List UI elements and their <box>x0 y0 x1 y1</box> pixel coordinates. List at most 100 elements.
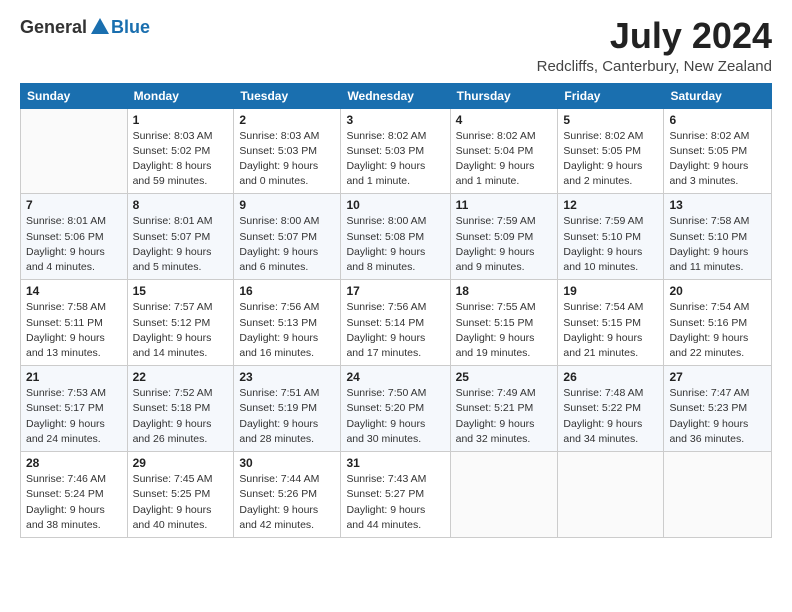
day-number: 11 <box>456 198 553 212</box>
day-number: 19 <box>563 284 658 298</box>
day-number: 3 <box>346 113 444 127</box>
calendar-cell: 25 Sunrise: 7:49 AM Sunset: 5:21 PM Dayli… <box>450 366 558 452</box>
week-row-4: 28 Sunrise: 7:46 AM Sunset: 5:24 PM Dayli… <box>21 452 772 538</box>
day-info: Sunrise: 7:53 AM Sunset: 5:17 PM Dayligh… <box>26 386 122 447</box>
day-number: 1 <box>133 113 229 127</box>
day-info: Sunrise: 7:44 AM Sunset: 5:26 PM Dayligh… <box>239 472 335 533</box>
calendar-cell <box>21 108 128 194</box>
day-info: Sunrise: 7:48 AM Sunset: 5:22 PM Dayligh… <box>563 386 658 447</box>
calendar-cell: 5 Sunrise: 8:02 AM Sunset: 5:05 PM Daylig… <box>558 108 664 194</box>
day-number: 7 <box>26 198 122 212</box>
day-info: Sunrise: 7:58 AM Sunset: 5:10 PM Dayligh… <box>669 214 766 275</box>
location: Redcliffs, Canterbury, New Zealand <box>537 58 772 75</box>
day-info: Sunrise: 8:03 AM Sunset: 5:02 PM Dayligh… <box>133 129 229 190</box>
calendar-cell: 13 Sunrise: 7:58 AM Sunset: 5:10 PM Dayli… <box>664 194 772 280</box>
calendar-cell <box>558 452 664 538</box>
header-wednesday: Wednesday <box>341 83 450 108</box>
day-number: 17 <box>346 284 444 298</box>
calendar-cell: 17 Sunrise: 7:56 AM Sunset: 5:14 PM Dayli… <box>341 280 450 366</box>
day-number: 8 <box>133 198 229 212</box>
day-number: 30 <box>239 456 335 470</box>
day-info: Sunrise: 7:58 AM Sunset: 5:11 PM Dayligh… <box>26 300 122 361</box>
day-info: Sunrise: 8:00 AM Sunset: 5:08 PM Dayligh… <box>346 214 444 275</box>
day-info: Sunrise: 8:02 AM Sunset: 5:05 PM Dayligh… <box>563 129 658 190</box>
calendar-cell: 23 Sunrise: 7:51 AM Sunset: 5:19 PM Dayli… <box>234 366 341 452</box>
day-info: Sunrise: 7:55 AM Sunset: 5:15 PM Dayligh… <box>456 300 553 361</box>
day-number: 2 <box>239 113 335 127</box>
day-info: Sunrise: 7:45 AM Sunset: 5:25 PM Dayligh… <box>133 472 229 533</box>
logo-icon <box>89 16 111 38</box>
logo: General Blue <box>20 16 150 38</box>
header-monday: Monday <box>127 83 234 108</box>
day-number: 22 <box>133 370 229 384</box>
day-info: Sunrise: 7:54 AM Sunset: 5:15 PM Dayligh… <box>563 300 658 361</box>
calendar-cell: 27Sunrise: 7:47 AM Sunset: 5:23 PM Dayli… <box>664 366 772 452</box>
day-info: Sunrise: 7:56 AM Sunset: 5:14 PM Dayligh… <box>346 300 444 361</box>
calendar-cell <box>450 452 558 538</box>
calendar-cell: 22Sunrise: 7:52 AM Sunset: 5:18 PM Dayli… <box>127 366 234 452</box>
day-number: 9 <box>239 198 335 212</box>
day-info: Sunrise: 7:59 AM Sunset: 5:09 PM Dayligh… <box>456 214 553 275</box>
calendar-cell: 18 Sunrise: 7:55 AM Sunset: 5:15 PM Dayli… <box>450 280 558 366</box>
logo-blue: Blue <box>111 17 150 38</box>
day-number: 28 <box>26 456 122 470</box>
calendar-cell: 31 Sunrise: 7:43 AM Sunset: 5:27 PM Dayli… <box>341 452 450 538</box>
header-tuesday: Tuesday <box>234 83 341 108</box>
day-info: Sunrise: 8:00 AM Sunset: 5:07 PM Dayligh… <box>239 214 335 275</box>
calendar-cell: 8Sunrise: 8:01 AM Sunset: 5:07 PM Daylig… <box>127 194 234 280</box>
calendar-cell: 9 Sunrise: 8:00 AM Sunset: 5:07 PM Daylig… <box>234 194 341 280</box>
header-sunday: Sunday <box>21 83 128 108</box>
day-number: 25 <box>456 370 553 384</box>
day-number: 18 <box>456 284 553 298</box>
day-number: 29 <box>133 456 229 470</box>
header-row: Sunday Monday Tuesday Wednesday Thursday… <box>21 83 772 108</box>
day-number: 12 <box>563 198 658 212</box>
day-number: 13 <box>669 198 766 212</box>
day-info: Sunrise: 7:49 AM Sunset: 5:21 PM Dayligh… <box>456 386 553 447</box>
day-number: 21 <box>26 370 122 384</box>
calendar-cell: 24 Sunrise: 7:50 AM Sunset: 5:20 PM Dayli… <box>341 366 450 452</box>
logo-general: General <box>20 17 87 38</box>
calendar-cell: 16Sunrise: 7:56 AM Sunset: 5:13 PM Dayli… <box>234 280 341 366</box>
day-number: 16 <box>239 284 335 298</box>
day-info: Sunrise: 8:02 AM Sunset: 5:05 PM Dayligh… <box>669 129 766 190</box>
calendar-cell: 7Sunrise: 8:01 AM Sunset: 5:06 PM Daylig… <box>21 194 128 280</box>
week-row-1: 7Sunrise: 8:01 AM Sunset: 5:06 PM Daylig… <box>21 194 772 280</box>
day-number: 10 <box>346 198 444 212</box>
calendar-cell: 21 Sunrise: 7:53 AM Sunset: 5:17 PM Dayli… <box>21 366 128 452</box>
day-info: Sunrise: 7:43 AM Sunset: 5:27 PM Dayligh… <box>346 472 444 533</box>
day-info: Sunrise: 7:51 AM Sunset: 5:19 PM Dayligh… <box>239 386 335 447</box>
calendar-cell: 14Sunrise: 7:58 AM Sunset: 5:11 PM Dayli… <box>21 280 128 366</box>
calendar-cell: 2 Sunrise: 8:03 AM Sunset: 5:03 PM Daylig… <box>234 108 341 194</box>
title-block: July 2024 Redcliffs, Canterbury, New Zea… <box>537 16 772 75</box>
calendar-cell: 15 Sunrise: 7:57 AM Sunset: 5:12 PM Dayli… <box>127 280 234 366</box>
calendar-cell: 10 Sunrise: 8:00 AM Sunset: 5:08 PM Dayli… <box>341 194 450 280</box>
calendar-cell <box>664 452 772 538</box>
day-number: 6 <box>669 113 766 127</box>
day-info: Sunrise: 7:54 AM Sunset: 5:16 PM Dayligh… <box>669 300 766 361</box>
month-year: July 2024 <box>537 16 772 56</box>
day-info: Sunrise: 7:57 AM Sunset: 5:12 PM Dayligh… <box>133 300 229 361</box>
day-info: Sunrise: 7:46 AM Sunset: 5:24 PM Dayligh… <box>26 472 122 533</box>
calendar-cell: 6 Sunrise: 8:02 AM Sunset: 5:05 PM Daylig… <box>664 108 772 194</box>
calendar-cell: 26Sunrise: 7:48 AM Sunset: 5:22 PM Dayli… <box>558 366 664 452</box>
day-info: Sunrise: 7:47 AM Sunset: 5:23 PM Dayligh… <box>669 386 766 447</box>
calendar-cell: 1 Sunrise: 8:03 AM Sunset: 5:02 PM Daylig… <box>127 108 234 194</box>
day-info: Sunrise: 8:03 AM Sunset: 5:03 PM Dayligh… <box>239 129 335 190</box>
header-thursday: Thursday <box>450 83 558 108</box>
week-row-3: 21 Sunrise: 7:53 AM Sunset: 5:17 PM Dayli… <box>21 366 772 452</box>
calendar-cell: 20 Sunrise: 7:54 AM Sunset: 5:16 PM Dayli… <box>664 280 772 366</box>
day-number: 24 <box>346 370 444 384</box>
day-number: 20 <box>669 284 766 298</box>
calendar-page: General Blue July 2024 Redcliffs, Canter… <box>0 0 792 548</box>
day-number: 5 <box>563 113 658 127</box>
day-info: Sunrise: 7:59 AM Sunset: 5:10 PM Dayligh… <box>563 214 658 275</box>
day-number: 23 <box>239 370 335 384</box>
day-number: 15 <box>133 284 229 298</box>
calendar-table: Sunday Monday Tuesday Wednesday Thursday… <box>20 83 772 538</box>
calendar-cell: 11 Sunrise: 7:59 AM Sunset: 5:09 PM Dayli… <box>450 194 558 280</box>
calendar-cell: 12 Sunrise: 7:59 AM Sunset: 5:10 PM Dayli… <box>558 194 664 280</box>
header: General Blue July 2024 Redcliffs, Canter… <box>20 16 772 75</box>
day-info: Sunrise: 7:50 AM Sunset: 5:20 PM Dayligh… <box>346 386 444 447</box>
day-number: 31 <box>346 456 444 470</box>
